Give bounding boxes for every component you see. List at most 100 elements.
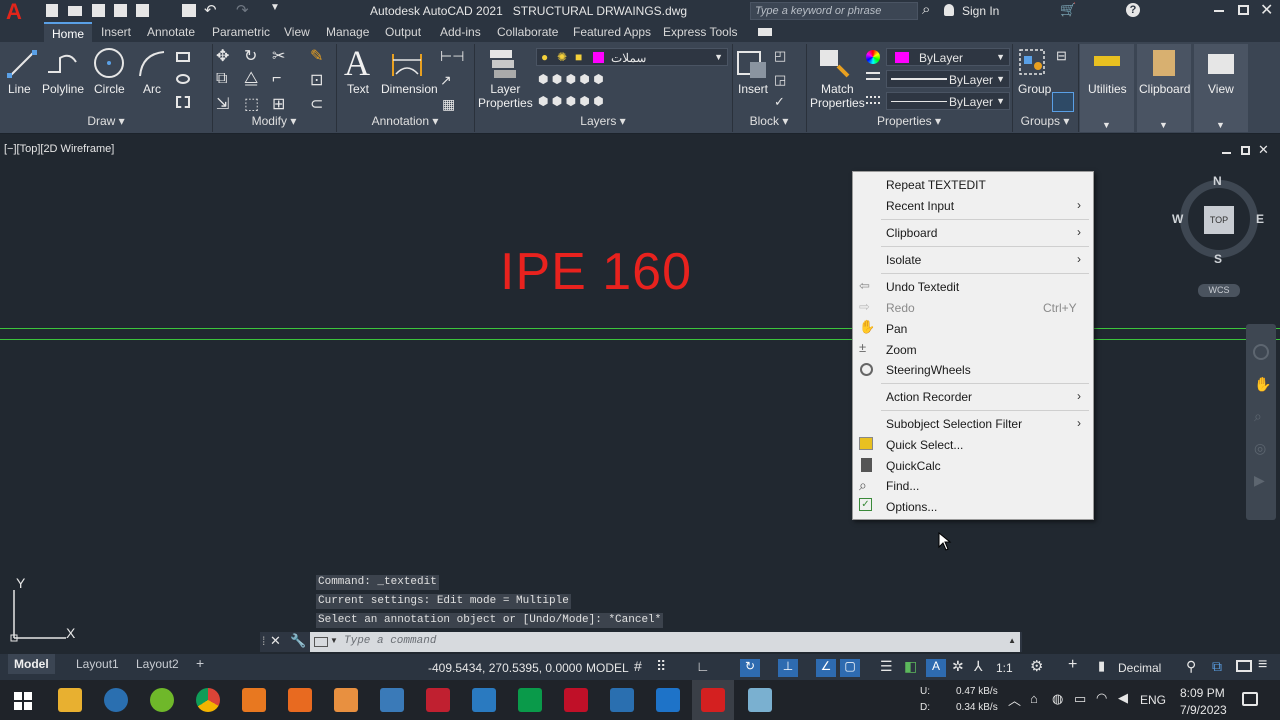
polar-icon[interactable]: ↻ bbox=[740, 659, 760, 677]
polyline-button-label[interactable]: Polyline bbox=[42, 82, 84, 96]
menu-item-quick-select[interactable]: Quick Select... bbox=[886, 438, 963, 452]
layer-dropdown[interactable]: ● ✺ ■ سملات ▼ bbox=[536, 48, 728, 66]
tab-home[interactable]: Home bbox=[44, 22, 93, 42]
insert-block-icon[interactable] bbox=[736, 48, 770, 80]
app-icon[interactable] bbox=[334, 688, 358, 712]
menu-item-options[interactable]: Options... bbox=[886, 500, 937, 514]
tab-model[interactable]: Model bbox=[8, 654, 55, 674]
trim-icon[interactable]: ✂ bbox=[272, 46, 285, 66]
boundary-icon[interactable] bbox=[176, 96, 190, 108]
layer-tool-icon[interactable]: ⬢ ⬢ ⬢ ⬢ ⬢ bbox=[538, 94, 604, 108]
group-button-label[interactable]: Group bbox=[1018, 82, 1051, 96]
clock-date[interactable]: 7/9/2023 bbox=[1180, 703, 1227, 717]
match-properties-label[interactable]: Match Properties bbox=[810, 82, 865, 110]
menu-item-clipboard[interactable]: Clipboard bbox=[886, 226, 937, 240]
block-attribute-icon[interactable]: ✓ bbox=[774, 94, 785, 110]
stretch-icon[interactable]: ⇲ bbox=[216, 94, 229, 114]
compass-west[interactable]: W bbox=[1172, 212, 1183, 226]
menu-item-find[interactable]: Find... bbox=[886, 479, 919, 493]
rotate-icon[interactable]: ↻ bbox=[244, 46, 257, 66]
arc-icon[interactable] bbox=[136, 48, 168, 80]
text-button-label[interactable]: Text bbox=[347, 82, 369, 96]
annotation-scale-value[interactable]: 1:1 bbox=[996, 661, 1013, 675]
scale-icon[interactable]: ⬚ bbox=[244, 94, 259, 114]
color-dropdown[interactable]: ByLayer ▼ bbox=[886, 48, 1010, 66]
restore-icon[interactable] bbox=[1238, 5, 1249, 15]
print-icon[interactable] bbox=[182, 4, 196, 17]
drawing-text-ipe160[interactable]: IPE 160 bbox=[500, 242, 692, 302]
grid-icon[interactable]: # bbox=[634, 658, 642, 674]
pan-icon[interactable]: ✋ bbox=[1254, 376, 1271, 393]
panel-title-block[interactable]: Block ▾ bbox=[732, 114, 806, 132]
polyline-icon[interactable] bbox=[46, 48, 78, 80]
panel-title-draw[interactable]: Draw ▾ bbox=[0, 114, 212, 132]
navigation-bar[interactable]: ✋ ⌕ ◎ ▶ bbox=[1246, 324, 1276, 520]
tab-layout2[interactable]: Layout2 bbox=[136, 657, 179, 671]
panel-title-layers[interactable]: Layers ▾ bbox=[474, 114, 732, 132]
rectangle-icon[interactable] bbox=[176, 52, 190, 62]
menu-item-steeringwheels[interactable]: SteeringWheels bbox=[886, 363, 971, 377]
isolate-objects-icon[interactable]: ⧉ bbox=[1212, 658, 1222, 675]
search-field[interactable]: Type a keyword or phrase bbox=[750, 2, 918, 20]
menu-item-zoom[interactable]: Zoom bbox=[886, 343, 917, 357]
compass-south[interactable]: S bbox=[1214, 252, 1222, 266]
minimize-icon[interactable] bbox=[1214, 10, 1224, 12]
app-icon[interactable] bbox=[656, 688, 680, 712]
menu-item-action-recorder[interactable]: Action Recorder bbox=[886, 390, 972, 404]
app-icon[interactable] bbox=[748, 688, 772, 712]
mirror-icon[interactable]: ⧋ bbox=[244, 70, 258, 88]
layer-tool-icon[interactable]: ⬢ ⬢ ⬢ ⬢ ⬢ bbox=[538, 72, 604, 86]
explode-icon[interactable]: ⊡ bbox=[310, 70, 323, 90]
arc-button-label[interactable]: Arc bbox=[143, 82, 161, 96]
tab-manage[interactable]: Manage bbox=[326, 25, 369, 39]
ribbon-options-icon[interactable] bbox=[758, 28, 772, 36]
utilities-panel[interactable]: Utilities ▼ bbox=[1080, 44, 1134, 132]
line-button-label[interactable]: Line bbox=[8, 82, 31, 96]
menu-item-isolate[interactable]: Isolate bbox=[886, 253, 921, 267]
lineweight-dropdown[interactable]: ByLayer ▼ bbox=[886, 70, 1010, 88]
notifications-icon[interactable] bbox=[1242, 692, 1258, 706]
app-icon[interactable] bbox=[518, 688, 542, 712]
annotation-monitor-icon[interactable]: + bbox=[1068, 656, 1077, 674]
tray-icon[interactable]: ⌂ bbox=[1030, 691, 1038, 706]
group-select-icon[interactable] bbox=[1052, 92, 1074, 112]
menu-item-repeat-textedit[interactable]: Repeat TEXTEDIT bbox=[886, 178, 986, 192]
tab-annotate[interactable]: Annotate bbox=[147, 25, 195, 39]
menu-item-recent-input[interactable]: Recent Input bbox=[886, 199, 954, 213]
help-icon[interactable]: ? bbox=[1126, 3, 1140, 17]
clock-time[interactable]: 8:09 PM bbox=[1180, 686, 1225, 700]
snap-icon[interactable]: ⠿ bbox=[656, 658, 666, 675]
tab-featured-apps[interactable]: Featured Apps bbox=[573, 25, 651, 39]
erase-icon[interactable]: ✎ bbox=[310, 46, 323, 66]
volume-icon[interactable]: ◀ bbox=[1118, 690, 1128, 706]
wifi-icon[interactable]: ◠ bbox=[1096, 690, 1107, 706]
units-icon[interactable]: ▮ bbox=[1098, 658, 1105, 674]
recent-commands-icon[interactable]: ▼ bbox=[330, 636, 338, 645]
wcs-button[interactable]: WCS bbox=[1198, 284, 1240, 297]
viewport-restore-icon[interactable] bbox=[1241, 146, 1250, 155]
tray-icon[interactable]: ◍ bbox=[1052, 691, 1063, 707]
table-icon[interactable]: ▦ bbox=[442, 96, 455, 113]
viewport-minimize-icon[interactable] bbox=[1222, 152, 1231, 154]
command-input[interactable]: ▼ Type a command ▲ bbox=[310, 632, 1020, 652]
edit-block-icon[interactable]: ◲ bbox=[774, 72, 786, 88]
autocad-icon[interactable] bbox=[701, 688, 725, 712]
orbit-icon[interactable]: ◎ bbox=[1254, 440, 1266, 457]
save-icon[interactable] bbox=[92, 4, 105, 17]
lineweight-toggle-icon[interactable]: ☰ bbox=[880, 658, 893, 675]
clean-screen-icon[interactable] bbox=[1236, 660, 1252, 672]
undo-icon[interactable]: ↶ bbox=[204, 1, 217, 19]
menu-item-subobject-selection-filter[interactable]: Subobject Selection Filter bbox=[886, 417, 1022, 431]
leader-icon[interactable]: ↗ bbox=[440, 72, 452, 89]
menu-item-redo[interactable]: Redo bbox=[886, 301, 915, 315]
object-snap-icon[interactable]: ▢ bbox=[840, 659, 860, 677]
panel-title-properties[interactable]: Properties ▾ bbox=[806, 114, 1012, 132]
app-icon[interactable] bbox=[426, 688, 450, 712]
show-hidden-icons[interactable]: ︿ bbox=[1008, 690, 1021, 709]
annotation-scale-icon[interactable]: ⅄ bbox=[974, 658, 983, 675]
text-icon[interactable]: A bbox=[344, 42, 370, 84]
panel-title-modify[interactable]: Modify ▾ bbox=[212, 114, 336, 132]
file-explorer-icon[interactable] bbox=[58, 688, 82, 712]
tab-collaborate[interactable]: Collaborate bbox=[497, 25, 558, 39]
viewcube-top-face[interactable]: TOP bbox=[1204, 206, 1234, 234]
